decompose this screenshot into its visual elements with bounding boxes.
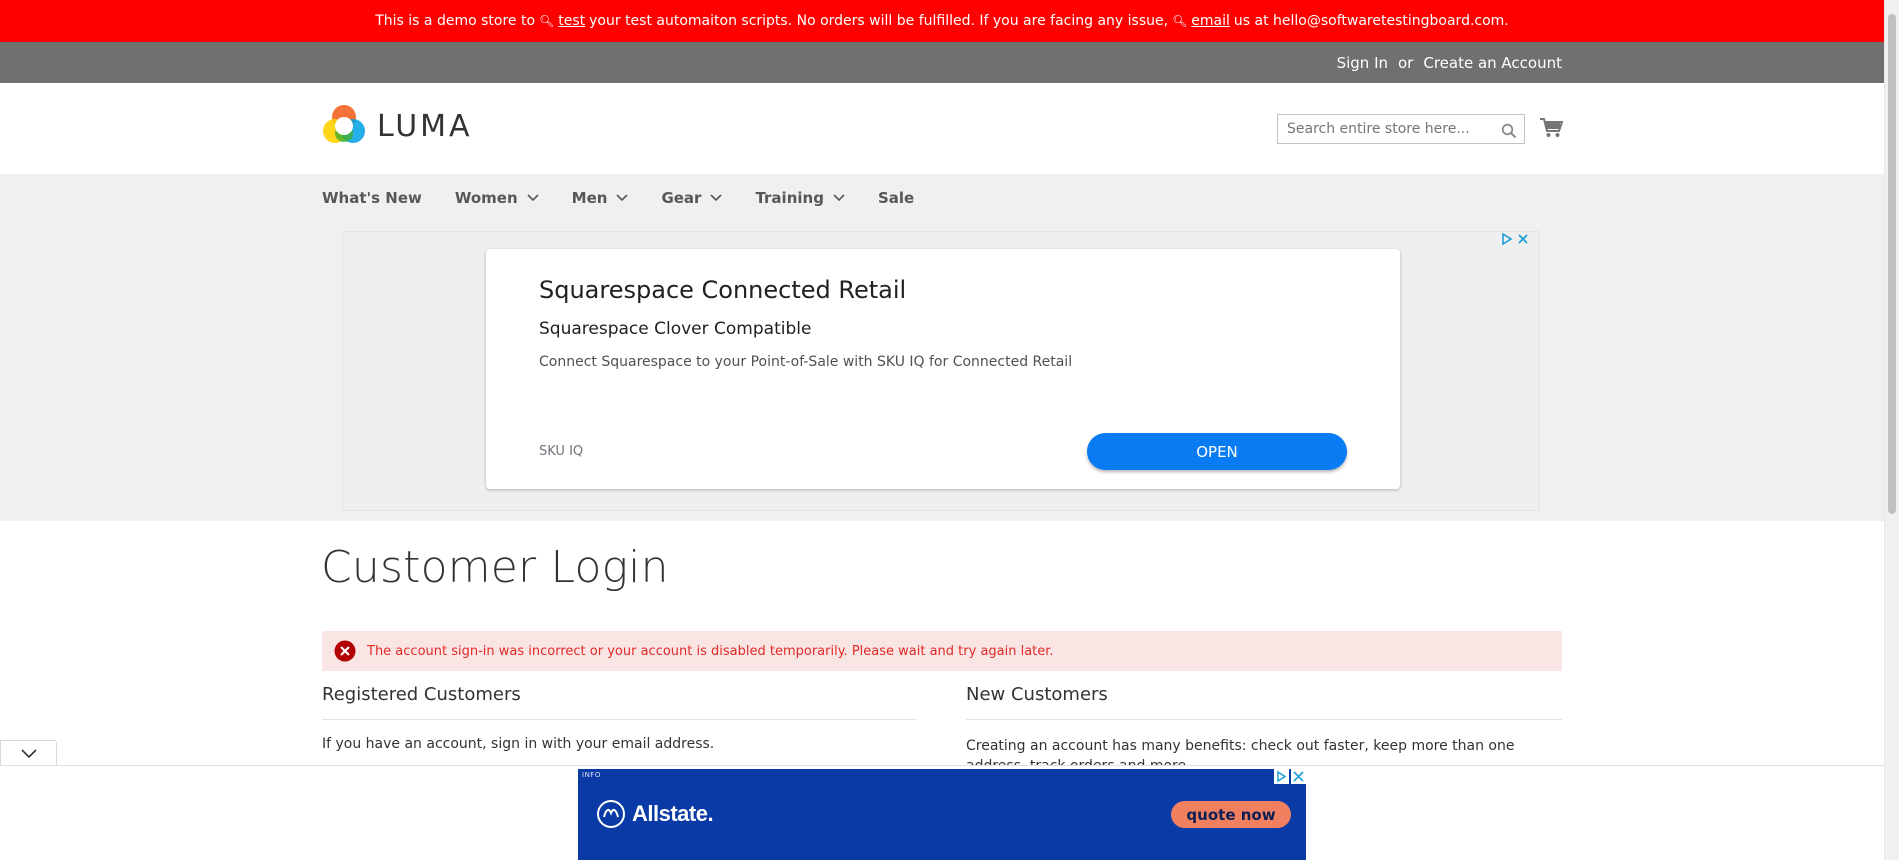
registered-customers-title: Registered Customers [322, 684, 521, 705]
ad-info-label: INFO [582, 771, 601, 779]
header-content: LUMA [0, 83, 1884, 174]
error-icon [334, 640, 356, 662]
nav-item-label: Training [755, 189, 824, 207]
or-separator: or [1398, 54, 1414, 72]
demo-notice-banner: This is a demo store to 🔍︎ test your tes… [0, 0, 1884, 42]
error-message: The account sign-in was incorrect or you… [322, 631, 1562, 671]
create-account-link[interactable]: Create an Account [1423, 54, 1562, 72]
ad-choices[interactable] [1274, 769, 1306, 784]
close-icon[interactable] [1517, 233, 1529, 245]
search-icon: 🔍︎ [539, 14, 555, 28]
error-text: The account sign-in was incorrect or you… [367, 643, 1054, 659]
chevron-down-icon [616, 194, 629, 202]
nav-item-label: Men [571, 189, 608, 207]
panel-header: Sign In or Create an Account [0, 42, 1884, 83]
demo-test-link[interactable]: test [558, 13, 585, 29]
ad-choices[interactable] [1501, 233, 1529, 245]
allstate-brand: Allstate. [632, 801, 714, 826]
luma-logo-icon [323, 105, 365, 143]
allstate-hands-icon [597, 800, 625, 828]
demo-email-link[interactable]: email [1191, 13, 1230, 29]
ad-brand: SKU IQ [539, 444, 584, 459]
main-nav: What's New Women Men Gear Training Sale … [0, 174, 1884, 521]
chevron-down-icon [710, 194, 723, 202]
demo-notice-text-2: your test automaiton scripts. No orders … [589, 13, 1169, 29]
ad-choices-icon[interactable] [1501, 233, 1513, 245]
divider [966, 719, 1562, 720]
sign-in-link[interactable]: Sign In [1337, 54, 1388, 72]
search-icon[interactable] [1501, 123, 1517, 139]
chevron-down-icon [527, 194, 539, 202]
scrollbar-thumb[interactable] [1888, 14, 1896, 514]
nav-item-sale[interactable]: Sale [878, 189, 914, 207]
demo-notice-text-1: This is a demo store to [375, 13, 536, 29]
page-scrollbar[interactable] [1884, 0, 1899, 860]
allstate-ad[interactable]: INFO Allstate. quote now [578, 769, 1306, 860]
ad-choices-icon[interactable] [1274, 769, 1289, 784]
ad-subtitle[interactable]: Squarespace Clover Compatible [539, 319, 811, 339]
cart-icon[interactable] [1539, 117, 1563, 139]
page-title: Customer Login [321, 542, 669, 593]
nav-item-label: Gear [661, 189, 702, 207]
registered-customers-text: If you have an account, sign in with you… [322, 736, 715, 752]
ad-title[interactable]: Squarespace Connected Retail [539, 276, 906, 304]
nav-item-gear[interactable]: Gear [661, 189, 723, 207]
logo-text: LUMA [377, 108, 473, 144]
nav-item-training[interactable]: Training [755, 189, 845, 207]
search-input[interactable] [1277, 114, 1525, 144]
ad-card[interactable]: Squarespace Connected Retail Squarespace… [486, 249, 1400, 489]
logo-link[interactable]: LUMA [322, 104, 473, 148]
ad-container: Squarespace Connected Retail Squarespace… [342, 231, 1540, 511]
collapse-ad-button[interactable] [0, 740, 57, 766]
nav-item-men[interactable]: Men [572, 189, 629, 207]
allstate-logo: Allstate. [596, 799, 714, 829]
ad-description: Connect Squarespace to your Point-of-Sal… [539, 354, 1073, 370]
close-icon[interactable] [1291, 769, 1306, 784]
search-icon: 🔍︎ [1172, 14, 1188, 28]
nav-item-whats-new[interactable]: What's New [322, 189, 422, 207]
ad-open-button[interactable]: OPEN [1087, 433, 1347, 470]
nav-item-label: Women [454, 189, 518, 207]
chevron-down-icon [833, 194, 845, 202]
divider [322, 719, 917, 720]
nav-item-women[interactable]: Women [455, 189, 539, 207]
nav-item-label: What's New [322, 189, 422, 207]
new-customers-title: New Customers [966, 684, 1108, 705]
nav-item-label: Sale [877, 189, 915, 207]
nav-items: What's New Women Men Gear Training Sale [322, 189, 947, 207]
quote-now-button[interactable]: quote now [1171, 801, 1291, 828]
demo-notice-text-3: us at hello@softwaretestingboard.com. [1233, 13, 1509, 29]
chevron-down-icon [21, 749, 37, 759]
